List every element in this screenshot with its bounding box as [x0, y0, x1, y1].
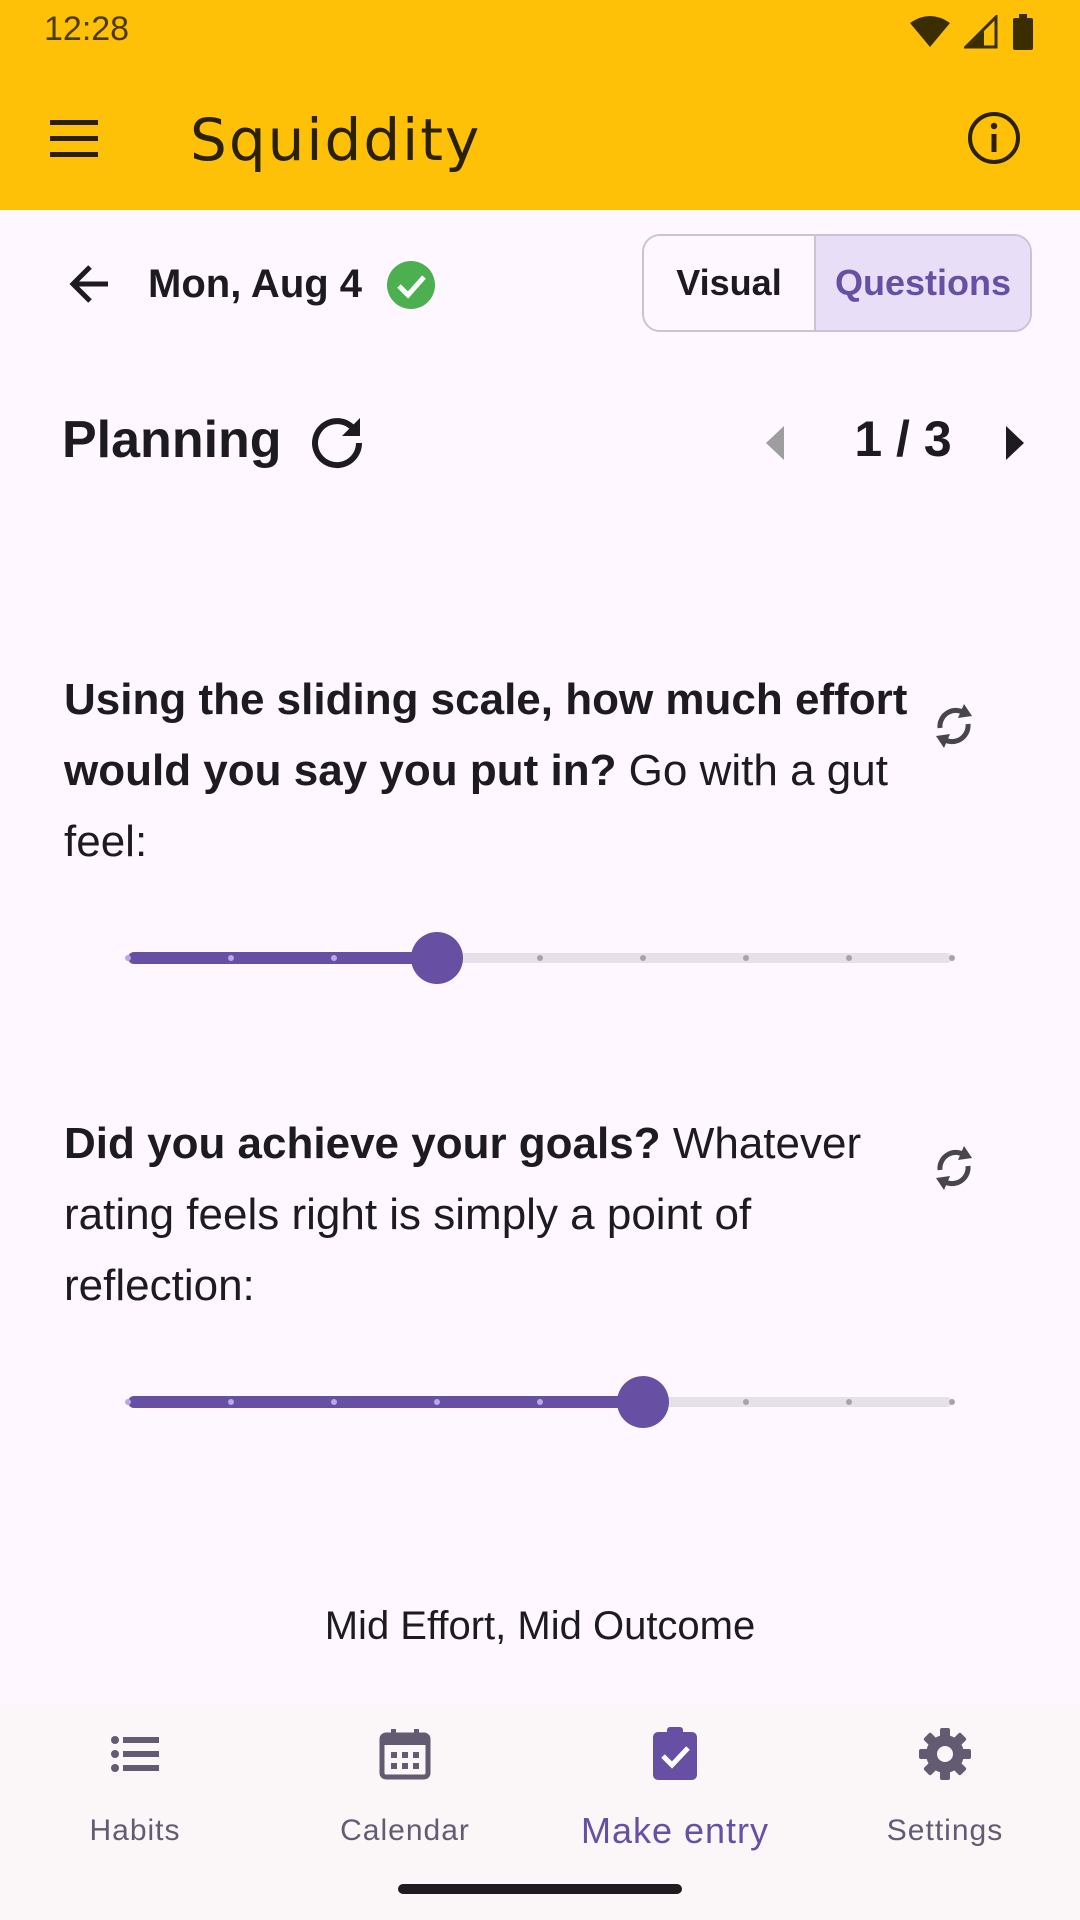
slider-tick [949, 1399, 955, 1405]
shuffle-question-icon[interactable] [926, 1140, 982, 1196]
clipboard-check-icon [653, 1727, 697, 1780]
slider-tick [949, 955, 955, 961]
nav-label: Make entry [580, 1810, 770, 1851]
section-title: Planning [62, 411, 282, 469]
summary-text: Mid Effort, Mid Outcome [324, 1604, 756, 1648]
slider-tick [331, 955, 337, 961]
date-label: Mon, Aug 4 [148, 262, 363, 306]
goals-slider[interactable] [125, 1372, 955, 1432]
nav-label: Settings [886, 1814, 1004, 1847]
nav-calendar[interactable]: Calendar [270, 1704, 540, 1884]
slider-track-active [128, 1396, 643, 1408]
segment-questions[interactable]: Questions [816, 236, 1030, 330]
view-toggle: Visual Questions [642, 234, 1032, 332]
slider-track-active [128, 952, 437, 964]
check-circle-icon [387, 261, 435, 309]
slider-tick [846, 955, 852, 961]
question-text: Did you achieve your goals? Whatever rat… [64, 1108, 924, 1321]
effort-slider[interactable] [125, 928, 955, 988]
slider-tick [331, 1399, 337, 1405]
home-indicator [398, 1884, 682, 1894]
slider-tick [434, 1399, 440, 1405]
slider-tick [846, 1399, 852, 1405]
previous-arrow-icon[interactable] [756, 418, 796, 468]
question-prompt: Did you achieve your goals? [64, 1119, 661, 1168]
info-icon[interactable] [964, 108, 1024, 168]
next-arrow-icon[interactable] [994, 418, 1034, 468]
slider-tick [228, 955, 234, 961]
back-arrow-icon[interactable] [60, 254, 120, 314]
app-title: Squiddity [190, 106, 482, 174]
refresh-icon[interactable] [304, 410, 370, 476]
menu-icon[interactable] [44, 112, 104, 164]
signal-icon [964, 15, 998, 49]
slider-tick [743, 955, 749, 961]
calendar-icon [379, 1729, 431, 1780]
slider-tick [125, 1399, 131, 1405]
list-icon [111, 1736, 159, 1772]
slider-thumb[interactable] [411, 932, 463, 984]
segment-visual[interactable]: Visual [644, 236, 816, 330]
question-text: Using the sliding scale, how much effort… [64, 664, 924, 877]
gear-icon [919, 1728, 971, 1780]
app-bar: 12:28 Squiddity [0, 0, 1080, 210]
slider-thumb[interactable] [617, 1376, 669, 1428]
slider-tick [537, 1399, 543, 1405]
slider-tick [125, 955, 131, 961]
status-icons [910, 14, 1034, 50]
nav-label: Habits [89, 1814, 181, 1847]
page-indicator: 1 / 3 [854, 411, 952, 467]
nav-make-entry[interactable]: Make entry [540, 1704, 810, 1884]
slider-tick [537, 955, 543, 961]
wifi-icon [910, 16, 950, 47]
nav-label: Calendar [340, 1814, 470, 1847]
slider-tick [228, 1399, 234, 1405]
shuffle-question-icon[interactable] [926, 698, 982, 754]
slider-tick [640, 955, 646, 961]
nav-settings[interactable]: Settings [810, 1704, 1080, 1884]
status-time: 12:28 [44, 10, 130, 48]
slider-tick [743, 1399, 749, 1405]
battery-icon [1013, 14, 1033, 50]
nav-habits[interactable]: Habits [0, 1704, 270, 1884]
